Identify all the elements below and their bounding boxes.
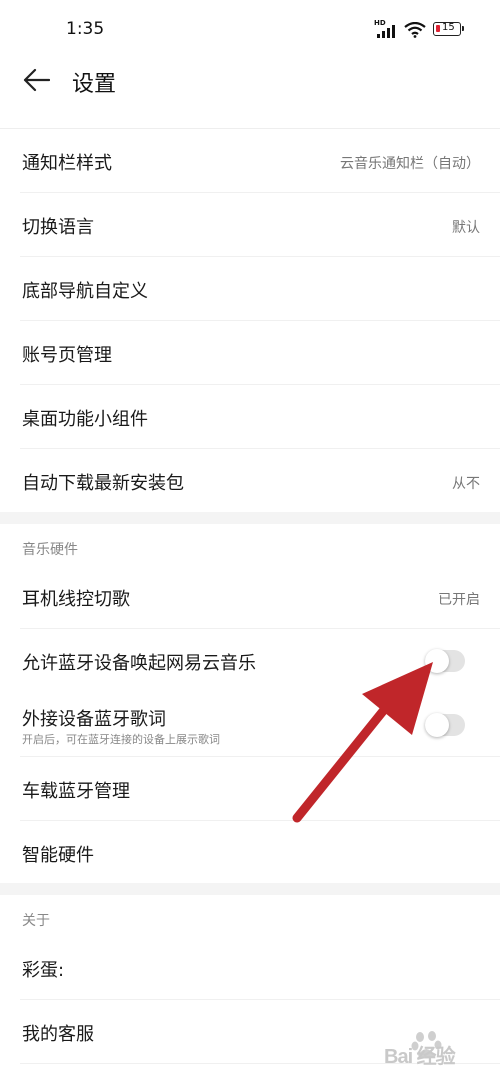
setting-label: 外接设备蓝牙歌词 bbox=[22, 709, 166, 730]
setting-label: 我的客服 bbox=[22, 1024, 94, 1045]
setting-notification-style[interactable]: 通知栏样式 云音乐通知栏（自动） bbox=[0, 129, 500, 193]
baidu-watermark: Bai 经验 bbox=[360, 1028, 490, 1078]
setting-smart-hardware[interactable]: 智能硬件 bbox=[0, 821, 500, 883]
watermark-text: Bai 经验 bbox=[384, 1046, 456, 1068]
setting-value: 默认 bbox=[452, 220, 480, 236]
setting-label: 通知栏样式 bbox=[22, 153, 112, 174]
setting-label: 允许蓝牙设备唤起网易云音乐 bbox=[22, 653, 256, 674]
bluetooth-wakeup-toggle[interactable] bbox=[425, 649, 465, 673]
setting-account-page[interactable]: 账号页管理 bbox=[0, 321, 500, 385]
setting-label: 自动下载最新安装包 bbox=[22, 473, 184, 494]
battery-icon: 15 bbox=[433, 22, 464, 36]
setting-label: 车载蓝牙管理 bbox=[22, 781, 130, 802]
setting-subtitle: 开启后，可在蓝牙连接的设备上展示歌词 bbox=[22, 733, 220, 746]
setting-label: 切换语言 bbox=[22, 217, 94, 238]
setting-label: 账号页管理 bbox=[22, 345, 112, 366]
setting-desktop-widget[interactable]: 桌面功能小组件 bbox=[0, 385, 500, 449]
battery-level: 15 bbox=[442, 22, 455, 33]
setting-label: 智能硬件 bbox=[22, 845, 94, 866]
setting-label: 彩蛋: bbox=[22, 960, 65, 981]
setting-label: 底部导航自定义 bbox=[22, 281, 148, 302]
setting-headset-control[interactable]: 耳机线控切歌 已开启 bbox=[0, 565, 500, 629]
page-title: 设置 bbox=[72, 72, 117, 97]
setting-auto-download[interactable]: 自动下载最新安装包 从不 bbox=[0, 449, 500, 512]
signal-icon bbox=[377, 25, 395, 38]
setting-bluetooth-lyrics: 外接设备蓝牙歌词 开启后，可在蓝牙连接的设备上展示歌词 bbox=[0, 693, 500, 757]
setting-bottom-nav[interactable]: 底部导航自定义 bbox=[0, 257, 500, 321]
setting-value: 已开启 bbox=[438, 592, 480, 608]
setting-language[interactable]: 切换语言 默认 bbox=[0, 193, 500, 257]
setting-bluetooth-wakeup: 允许蓝牙设备唤起网易云音乐 bbox=[0, 629, 500, 693]
setting-label: 耳机线控切歌 bbox=[22, 589, 130, 610]
back-arrow-icon[interactable] bbox=[22, 68, 50, 92]
setting-value: 云音乐通知栏（自动） bbox=[340, 156, 480, 172]
setting-label: 桌面功能小组件 bbox=[22, 409, 148, 430]
header: 设置 bbox=[0, 50, 500, 110]
section-title-music-hardware: 音乐硬件 bbox=[22, 542, 78, 558]
setting-easter-egg[interactable]: 彩蛋: bbox=[0, 936, 500, 1000]
section-gap bbox=[0, 512, 500, 524]
setting-value: 从不 bbox=[452, 476, 480, 492]
wifi-icon bbox=[404, 22, 426, 38]
setting-car-bluetooth[interactable]: 车载蓝牙管理 bbox=[0, 757, 500, 821]
status-time: 1:35 bbox=[66, 19, 105, 39]
bluetooth-lyrics-toggle[interactable] bbox=[425, 713, 465, 737]
section-gap bbox=[0, 883, 500, 895]
section-title-about: 关于 bbox=[22, 913, 50, 929]
